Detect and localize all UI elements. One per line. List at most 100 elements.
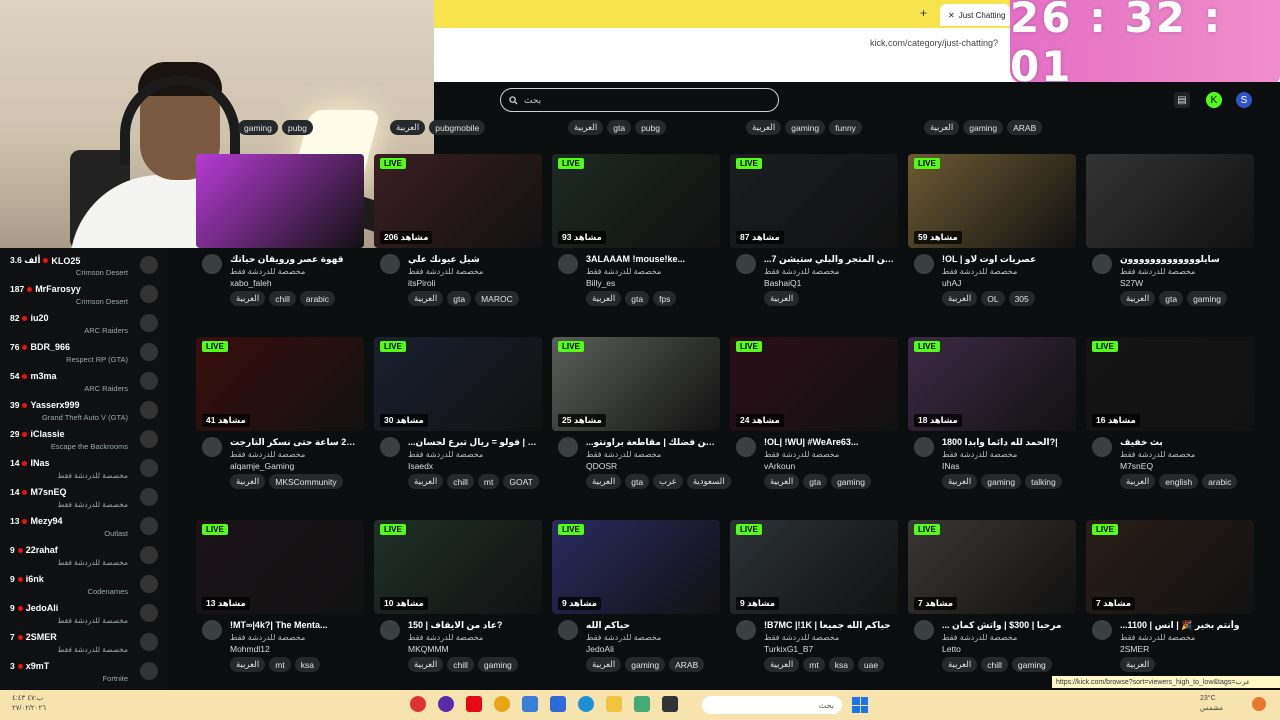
new-tab-button[interactable]: + — [920, 6, 927, 20]
stream-card[interactable]: سايلووووووووووووون مخصصة للدردشة فقط S27W ا… — [1086, 154, 1254, 334]
streamer-name[interactable]: Isaedx — [408, 461, 433, 471]
tag-chip[interactable]: العربية — [390, 120, 426, 135]
taskbar-search[interactable]: بحث — [702, 696, 842, 714]
tag-chip[interactable]: OL — [981, 291, 1005, 306]
avatar[interactable] — [140, 488, 158, 506]
stream-category[interactable]: مخصصة للدردشة فقط — [230, 450, 305, 459]
stream-thumbnail[interactable] — [1086, 154, 1254, 248]
tag-chip[interactable]: gaming — [831, 474, 871, 489]
stream-card[interactable]: LIVE 24 مشاهد !OL| !WU| #WeAre63... مخصصة ل… — [730, 337, 898, 517]
avatar[interactable] — [1092, 254, 1112, 274]
stream-card[interactable]: LIVE 206 مشاهد شيل عيونك علي مخصصة للدردشة … — [374, 154, 542, 334]
stream-card[interactable]: LIVE 9 مشاهد حياكم الله مخصصة للدردشة فقط Je… — [552, 520, 720, 700]
sidebar-channel[interactable]: 9 i6nk Codenames — [0, 571, 168, 600]
stream-category[interactable]: مخصصة للدردشة فقط — [764, 633, 839, 642]
sidebar-channel[interactable]: 14 M7snEQ مخصصة للدردشة فقط — [0, 484, 168, 513]
avatar[interactable] — [736, 254, 756, 274]
streamer-name[interactable]: JedoAli — [586, 644, 614, 654]
tag-chip[interactable]: العربية — [586, 474, 622, 489]
tag-chip[interactable]: العربية — [408, 291, 444, 306]
stream-thumbnail[interactable]: LIVE 13 مشاهد — [196, 520, 364, 614]
avatar[interactable] — [914, 437, 934, 457]
avatar[interactable] — [140, 575, 158, 593]
tag-chip[interactable]: gaming — [1011, 657, 1052, 672]
tag-chip[interactable]: 305 — [1008, 291, 1035, 306]
stream-title[interactable]: شيل عيونك علي — [408, 254, 538, 265]
sidebar-channel[interactable]: 54 m3ma ARC Raiders — [0, 368, 168, 397]
streamer-name[interactable]: itsPiroli — [408, 278, 435, 288]
stream-title[interactable]: !OL | عصريات اوت لاو — [942, 254, 1072, 265]
streamer-name[interactable]: vArkoun — [764, 461, 795, 471]
stream-category[interactable]: مخصصة للدردشة فقط — [942, 267, 1017, 276]
stream-thumbnail[interactable]: LIVE 10 مشاهد — [374, 520, 542, 614]
stream-thumbnail[interactable]: LIVE 9 مشاهد — [730, 520, 898, 614]
tag-chip[interactable]: العربية — [586, 291, 622, 306]
tag-chip[interactable]: MKSCommunity — [269, 474, 343, 489]
tag-chip[interactable]: العربية — [764, 474, 800, 489]
streamer-name[interactable]: QDOSR — [586, 461, 617, 471]
tag-chip[interactable]: english — [1159, 474, 1199, 489]
streamer-name[interactable]: INas — [942, 461, 959, 471]
stream-card[interactable]: قهوة عصر ورويقان حياتك مخصصة للدردشة فقط x… — [196, 154, 364, 334]
avatar[interactable] — [202, 254, 222, 274]
stream-title[interactable]: !MT∞|4k?| The Menta... — [230, 620, 360, 630]
search-input[interactable]: بحث — [500, 88, 779, 112]
stream-category[interactable]: مخصصة للدردشة فقط — [942, 633, 1017, 642]
app2-icon[interactable] — [634, 696, 650, 712]
stream-card[interactable]: LIVE 7 مشاهد ...وأنتم بخير 🎉 | انس | 1100 م… — [1086, 520, 1254, 700]
tag-chip[interactable]: العربية — [746, 120, 782, 135]
stream-category[interactable]: مخصصة للدردشة فقط — [764, 267, 839, 276]
tag-chip[interactable]: العربية — [586, 657, 622, 672]
folder-icon[interactable] — [606, 696, 622, 712]
stream-title[interactable]: قهوة عصر ورويقان حياتك — [230, 254, 360, 265]
tag-chip[interactable]: talking — [1025, 474, 1062, 489]
avatar[interactable] — [140, 430, 158, 448]
streamer-name[interactable]: alqamje_Gaming — [230, 461, 294, 471]
stream-category[interactable]: مخصصة للدردشة فقط — [408, 267, 483, 276]
stream-title[interactable]: حياكم الله — [586, 620, 716, 631]
stream-category[interactable]: مخصصة للدردشة فقط — [586, 267, 661, 276]
stream-category[interactable]: مخصصة للدردشة فقط — [1120, 633, 1195, 642]
avatar[interactable] — [1092, 437, 1112, 457]
stream-thumbnail[interactable] — [196, 154, 364, 248]
streamer-name[interactable]: MKQMMM — [408, 644, 449, 654]
stream-category[interactable]: مخصصة للدردشة فقط — [942, 450, 1017, 459]
stream-thumbnail[interactable]: LIVE 16 مشاهد — [1086, 337, 1254, 431]
avatar[interactable] — [140, 256, 158, 274]
windows-start-icon[interactable] — [852, 697, 868, 713]
browser-tab[interactable]: ✕ Just Chatting — [940, 4, 1010, 26]
tag-chip[interactable]: العربية — [924, 120, 960, 135]
cast-icon[interactable]: ▤ — [1174, 92, 1190, 108]
tag-chip[interactable]: العربية — [230, 657, 266, 672]
tag-chip[interactable]: arabic — [299, 291, 336, 306]
sidebar-channel[interactable]: 13 Mezy94 Outlast — [0, 513, 168, 542]
stream-title[interactable]: ...ن عن المتجر والبلي ستيشن 7 — [764, 254, 894, 265]
tag-chip[interactable]: mt — [803, 657, 825, 672]
avatar[interactable] — [558, 437, 578, 457]
tag-chip[interactable]: العربية — [764, 657, 800, 672]
streamer-name[interactable]: BashaiQ1 — [764, 278, 801, 288]
tag-chip[interactable]: gaming — [963, 120, 1004, 135]
tag-chip[interactable]: GOAT — [503, 474, 539, 489]
tag-chip[interactable]: العربية — [408, 474, 444, 489]
stream-category[interactable]: مخصصة للدردشة فقط — [230, 267, 305, 276]
stream-title[interactable]: ... مرحبا | 300$ | واتش كمان — [942, 620, 1072, 631]
tag-chip[interactable]: fps — [653, 291, 677, 306]
avatar[interactable] — [202, 437, 222, 457]
tag-chip[interactable]: pubg — [281, 120, 313, 135]
tag-chip[interactable]: chill — [981, 657, 1008, 672]
tag-chip[interactable]: العربية — [942, 291, 978, 306]
tag-chip[interactable]: funny — [829, 120, 862, 135]
stream-title[interactable]: الحمد لله دائما وابدا 1800?| — [942, 437, 1072, 448]
stream-category[interactable]: مخصصة للدردشة فقط — [408, 633, 483, 642]
tag-chip[interactable]: pubgmobile — [429, 120, 486, 135]
avatar[interactable] — [140, 343, 158, 361]
tag-chip[interactable]: mt — [269, 657, 291, 672]
tag-chip[interactable]: gaming — [1187, 291, 1227, 306]
sidebar-channel[interactable]: 29 iClassie Escape the Backrooms — [0, 426, 168, 455]
stream-title[interactable]: عاد من الايقاف | 150? — [408, 620, 538, 631]
avatar[interactable] — [736, 437, 756, 457]
stream-card[interactable]: LIVE 25 مشاهد ...ويالله من فضلك | مقاطعة ب… — [552, 337, 731, 517]
tag-chip[interactable]: MAROC — [475, 291, 519, 306]
sidebar-channel[interactable]: 39 Yasserx999 Grand Theft Auto V (GTA) — [0, 397, 168, 426]
